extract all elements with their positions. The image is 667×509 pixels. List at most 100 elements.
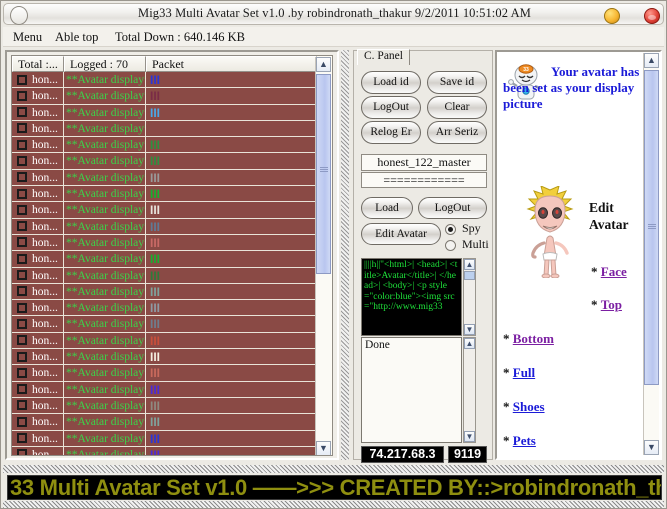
row-user-cell[interactable]: hon...	[12, 446, 64, 455]
table-row[interactable]: hon... **Avatar display** III	[12, 202, 317, 219]
link-face[interactable]: Face	[601, 264, 627, 279]
row-avatar-cell[interactable]: **Avatar display**	[64, 267, 146, 284]
row-avatar-cell[interactable]: **Avatar display**	[64, 251, 146, 268]
row-checkbox[interactable]	[17, 188, 27, 199]
row-user-cell[interactable]: hon...	[12, 300, 64, 317]
row-packet-cell[interactable]: III	[146, 300, 317, 317]
column-header-total[interactable]: Total :...	[12, 56, 64, 72]
row-packet-cell[interactable]: III	[146, 332, 317, 350]
row-checkbox[interactable]	[17, 253, 27, 264]
row-user-cell[interactable]: hon...	[12, 137, 64, 154]
link-shoes[interactable]: Shoes	[513, 399, 545, 414]
arr-seriz-button[interactable]: Arr Seriz	[427, 121, 487, 144]
row-user-cell[interactable]: hon...	[12, 381, 64, 398]
row-packet-cell[interactable]: III	[146, 234, 317, 252]
row-checkbox[interactable]	[17, 400, 27, 411]
row-checkbox[interactable]	[17, 335, 27, 346]
minimize-button[interactable]	[604, 8, 620, 24]
row-packet-cell[interactable]: III	[146, 349, 317, 366]
status-output-box[interactable]: Done	[361, 337, 462, 443]
row-checkbox[interactable]	[17, 155, 27, 166]
row-avatar-cell[interactable]: **Avatar display**	[64, 104, 146, 121]
code-scrollbar-thumb[interactable]	[464, 271, 475, 280]
table-row[interactable]: hon... **Avatar display** III	[12, 186, 317, 203]
save-id-button[interactable]: Save id	[427, 71, 487, 94]
table-row[interactable]: hon... **Avatar display** III	[12, 137, 317, 154]
row-user-cell[interactable]: hon...	[12, 218, 64, 235]
row-user-cell[interactable]: hon...	[12, 365, 64, 382]
browser-scrollbar[interactable]: ▲ ▼	[643, 53, 659, 455]
radio-multi[interactable]	[445, 240, 456, 251]
row-user-cell[interactable]: hon...	[12, 316, 64, 333]
row-packet-cell[interactable]: III	[146, 414, 317, 431]
list-scrollbar[interactable]: ▲ ▼	[315, 57, 331, 455]
row-avatar-cell[interactable]: **Avatar display**	[64, 88, 146, 105]
table-row[interactable]: hon... **Avatar display** III	[12, 88, 317, 105]
row-avatar-cell[interactable]: **Avatar display**	[64, 397, 146, 415]
row-user-cell[interactable]: hon...	[12, 267, 64, 284]
row-avatar-cell[interactable]: **Avatar display**	[64, 72, 146, 89]
link-bottom[interactable]: Bottom	[513, 331, 554, 346]
table-row[interactable]: hon... **Avatar display** III	[12, 430, 317, 447]
row-user-cell[interactable]: hon...	[12, 251, 64, 268]
row-checkbox[interactable]	[17, 286, 27, 297]
table-row[interactable]: hon... **Avatar display** III	[12, 104, 317, 121]
status-scrollbar[interactable]: ▲ ▼	[463, 337, 476, 443]
link-item-shoes[interactable]: * Shoes	[503, 399, 545, 415]
row-avatar-cell[interactable]: **Avatar display**	[64, 218, 146, 235]
row-checkbox[interactable]	[17, 107, 27, 118]
column-header-packet[interactable]: Packet	[146, 56, 317, 72]
row-packet-cell[interactable]	[146, 120, 317, 138]
html-source-box[interactable]: ||||h||"<html>| <head>| <title>Avatar</t…	[361, 258, 462, 336]
code-scrollbar[interactable]: ▲ ▼	[463, 258, 476, 336]
row-checkbox[interactable]	[17, 351, 27, 362]
row-avatar-cell[interactable]: **Avatar display**	[64, 332, 146, 350]
row-checkbox[interactable]	[17, 318, 27, 329]
row-user-cell[interactable]: hon...	[12, 414, 64, 431]
edit-avatar-button[interactable]: Edit Avatar	[361, 223, 441, 245]
row-checkbox[interactable]	[17, 367, 27, 378]
close-button[interactable]	[644, 8, 660, 24]
row-packet-cell[interactable]: III	[146, 104, 317, 121]
table-row[interactable]: hon... **Avatar display**	[12, 120, 317, 138]
id-divider-field[interactable]: ============	[361, 172, 487, 188]
row-packet-cell[interactable]: III	[146, 202, 317, 219]
table-row[interactable]: hon... **Avatar display** III	[12, 446, 317, 455]
table-row[interactable]: hon... **Avatar display** III	[12, 300, 317, 317]
clear-button[interactable]: Clear	[427, 96, 487, 119]
row-avatar-cell[interactable]: **Avatar display**	[64, 234, 146, 252]
row-avatar-cell[interactable]: **Avatar display**	[64, 137, 146, 154]
control-panel-tab[interactable]: C. Panel	[357, 49, 410, 66]
row-checkbox[interactable]	[17, 384, 27, 395]
row-avatar-cell[interactable]: **Avatar display**	[64, 300, 146, 317]
load-id-button[interactable]: Load id	[361, 71, 421, 94]
row-packet-cell[interactable]: III	[146, 283, 317, 301]
row-packet-cell[interactable]: III	[146, 251, 317, 268]
row-avatar-cell[interactable]: **Avatar display**	[64, 365, 146, 382]
row-packet-cell[interactable]: III	[146, 186, 317, 203]
row-avatar-cell[interactable]: **Avatar display**	[64, 153, 146, 170]
row-user-cell[interactable]: hon...	[12, 283, 64, 301]
menu-item-menu[interactable]: Menu	[13, 30, 42, 45]
code-scroll-up-icon[interactable]: ▲	[464, 259, 475, 270]
row-checkbox[interactable]	[17, 172, 27, 183]
row-packet-cell[interactable]: III	[146, 446, 317, 455]
table-row[interactable]: hon... **Avatar display** III	[12, 414, 317, 431]
row-avatar-cell[interactable]: **Avatar display**	[64, 349, 146, 366]
row-checkbox[interactable]	[17, 302, 27, 313]
row-user-cell[interactable]: hon...	[12, 202, 64, 219]
row-user-cell[interactable]: hon...	[12, 186, 64, 203]
status-scroll-down-icon[interactable]: ▼	[464, 431, 475, 442]
row-avatar-cell[interactable]: **Avatar display**	[64, 414, 146, 431]
load-button[interactable]: Load	[361, 197, 413, 219]
row-packet-cell[interactable]: III	[146, 72, 317, 89]
row-packet-cell[interactable]: III	[146, 137, 317, 154]
row-user-cell[interactable]: hon...	[12, 88, 64, 105]
table-row[interactable]: hon... **Avatar display** III	[12, 251, 317, 268]
code-scroll-down-icon[interactable]: ▼	[464, 324, 475, 335]
link-top[interactable]: Top	[601, 297, 622, 312]
row-checkbox[interactable]	[17, 449, 27, 455]
link-pets[interactable]: Pets	[513, 433, 536, 448]
table-row[interactable]: hon... **Avatar display** III	[12, 267, 317, 284]
row-user-cell[interactable]: hon...	[12, 234, 64, 252]
